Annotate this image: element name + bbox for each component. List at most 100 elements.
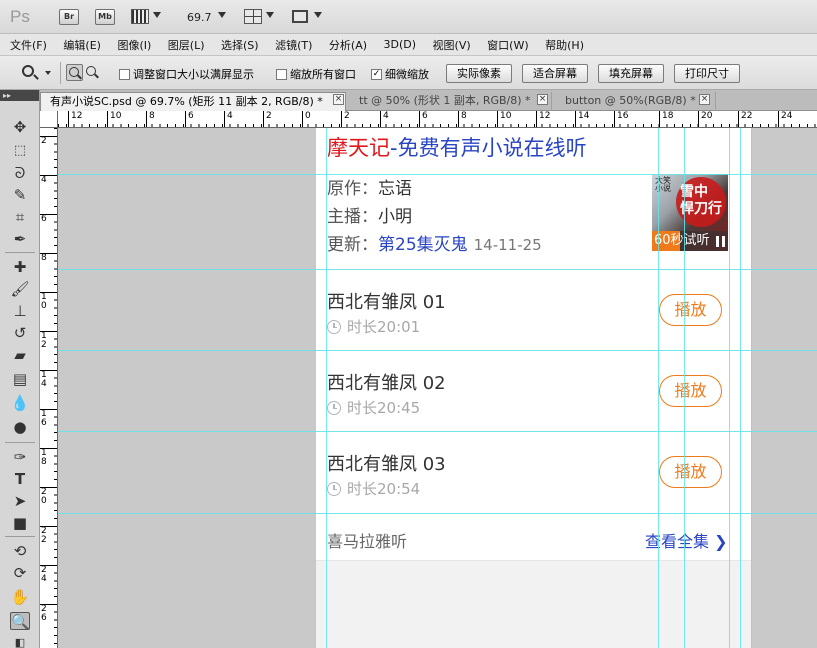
tab-document-3[interactable]: button @ 50%(RGB/8) * — [556, 92, 716, 111]
arrange-documents-icon[interactable] — [244, 9, 262, 24]
tools-collapse-icon[interactable]: ▸▸ — [0, 90, 39, 101]
menu-layer[interactable]: 图层(L) — [168, 37, 205, 53]
zoom-in-icon — [69, 67, 79, 77]
resize-windows-checkbox[interactable]: 调整窗口大小以满屏显示 — [119, 66, 254, 82]
ruler-tick: 2 0 — [40, 487, 57, 506]
guide-line[interactable] — [658, 128, 659, 648]
rectangle-tool-icon[interactable]: ■ — [10, 514, 30, 532]
menu-analysis[interactable]: 分析(A) — [329, 37, 367, 53]
blur-tool-icon[interactable]: 💧 — [10, 394, 30, 412]
tab-close-icon[interactable]: × — [537, 94, 548, 105]
fill-screen-button[interactable]: 填充屏幕 — [598, 64, 664, 83]
scrubby-zoom-checkbox[interactable]: ✓ 细微缩放 — [371, 66, 429, 82]
document-canvas[interactable]: 摩天记-免费有声小说在线听 原作：忘语 主播：小明 更新：第25集灭鬼 14-11… — [58, 128, 817, 648]
zoom-caret-icon[interactable] — [218, 12, 226, 18]
menu-3d[interactable]: 3D(D) — [384, 38, 417, 51]
healing-brush-tool-icon[interactable]: ✚ — [10, 258, 30, 276]
ruler-tick: 4 — [40, 175, 57, 185]
eraser-tool-icon[interactable]: ▰ — [10, 346, 30, 364]
dodge-tool-icon[interactable]: ● — [10, 418, 30, 436]
type-tool-icon[interactable]: T — [10, 470, 30, 488]
3d-rotate-tool-icon[interactable]: ⟲ — [10, 542, 30, 560]
trial-label[interactable]: 60秒试听 — [654, 233, 710, 249]
bridge-button[interactable]: Br — [59, 9, 79, 25]
history-brush-tool-icon[interactable]: ↺ — [10, 324, 30, 342]
guide-line[interactable] — [58, 350, 817, 351]
ruler-tick: 0 — [302, 111, 311, 127]
view-extras-caret-icon[interactable] — [153, 12, 161, 18]
tab-close-icon[interactable]: × — [333, 94, 344, 105]
episode-title[interactable]: 西北有雏凤 02 — [327, 369, 446, 395]
ruler-tick: 2 2 — [40, 526, 57, 545]
checkbox-box[interactable] — [119, 68, 130, 80]
guide-line[interactable] — [58, 513, 817, 514]
zoom-out-button[interactable] — [84, 64, 101, 81]
zoom-in-button[interactable] — [66, 64, 83, 81]
menu-window[interactable]: 窗口(W) — [487, 37, 528, 53]
zoom-all-windows-checkbox[interactable]: 缩放所有窗口 — [276, 66, 356, 82]
preset-caret-icon[interactable] — [45, 71, 51, 75]
menu-view[interactable]: 视图(V) — [433, 37, 471, 53]
ruler-tick: 2 — [40, 136, 57, 146]
guide-line[interactable] — [58, 431, 817, 432]
checkbox-box[interactable] — [276, 68, 287, 80]
screen-mode-caret-icon[interactable] — [314, 12, 322, 18]
guide-line[interactable] — [729, 128, 730, 648]
hand-tool-icon[interactable]: ✋ — [10, 588, 30, 606]
color-swatches-icon[interactable]: ◧ — [10, 634, 30, 648]
vertical-ruler[interactable]: 2 4 6 8 1 0 1 2 1 4 1 6 1 8 2 0 2 2 2 4 … — [40, 128, 58, 648]
play-button[interactable]: 播放 — [659, 375, 722, 407]
episode-title[interactable]: 西北有雏凤 03 — [327, 450, 446, 476]
view-extras-icon[interactable] — [131, 9, 149, 24]
menu-filter[interactable]: 滤镜(T) — [275, 37, 312, 53]
guide-line[interactable] — [740, 128, 741, 648]
menu-select[interactable]: 选择(S) — [221, 37, 259, 53]
guide-line[interactable] — [326, 128, 327, 648]
tab-document-1[interactable]: 有声小说SC.psd @ 69.7% (矩形 11 副本 2, RGB/8) * — [40, 92, 346, 111]
tool-preset-picker[interactable] — [18, 64, 54, 82]
lasso-tool-icon[interactable]: ᘐ — [10, 164, 30, 182]
crop-tool-icon[interactable]: ⌗ — [10, 208, 30, 226]
checkbox-label: 细微缩放 — [385, 68, 429, 81]
mini-bridge-button[interactable]: Mb — [95, 9, 115, 25]
move-tool-icon[interactable]: ✥ — [10, 118, 30, 136]
author-value: 忘语 — [378, 179, 412, 199]
clone-stamp-tool-icon[interactable]: ⊥ — [10, 302, 30, 320]
ruler-tick: 6 — [419, 111, 428, 127]
episode-title[interactable]: 西北有雏凤 01 — [327, 288, 446, 314]
horizontal-ruler[interactable]: 12 10 8 6 4 2 0 2 4 6 8 10 12 14 16 18 2… — [58, 111, 817, 128]
book-title: 摩天记 — [327, 136, 390, 160]
quick-selection-tool-icon[interactable]: ✎ — [10, 186, 30, 204]
play-button[interactable]: 播放 — [659, 294, 722, 326]
zoom-level[interactable]: 69.7 — [187, 11, 212, 24]
checkbox-checked-box[interactable]: ✓ — [371, 68, 382, 80]
menu-file[interactable]: 文件(F) — [10, 37, 47, 53]
menu-help[interactable]: 帮助(H) — [545, 37, 584, 53]
menu-image[interactable]: 图像(I) — [117, 37, 151, 53]
screen-mode-icon[interactable] — [292, 10, 308, 23]
pause-icon[interactable] — [716, 236, 725, 247]
tab-document-2[interactable]: tt @ 50% (形状 1 副本, RGB/8) * — [350, 92, 552, 111]
ruler-origin[interactable] — [40, 111, 58, 128]
play-button[interactable]: 播放 — [659, 456, 722, 488]
3d-orbit-tool-icon[interactable]: ⟳ — [10, 564, 30, 582]
arrange-caret-icon[interactable] — [266, 12, 274, 18]
path-selection-tool-icon[interactable]: ➤ — [10, 492, 30, 510]
book-cover[interactable]: 大笑 小说 雪中 悍刀行 60秒试听 — [652, 174, 728, 251]
guide-line[interactable] — [58, 269, 817, 270]
marquee-tool-icon[interactable]: ⬚ — [10, 142, 30, 160]
tab-close-icon[interactable]: × — [699, 94, 710, 105]
brush-tool-icon[interactable]: 🖌 — [10, 280, 30, 298]
guide-line[interactable] — [58, 174, 817, 175]
print-size-button[interactable]: 打印尺寸 — [674, 64, 740, 83]
actual-pixels-button[interactable]: 实际像素 — [446, 64, 512, 83]
eyedropper-tool-icon[interactable]: ✒ — [10, 230, 30, 248]
guide-line[interactable] — [751, 128, 752, 648]
gradient-tool-icon[interactable]: ▤ — [10, 370, 30, 388]
guide-line[interactable] — [684, 128, 685, 648]
guide-line[interactable] — [315, 128, 316, 648]
fit-screen-button[interactable]: 适合屏幕 — [522, 64, 588, 83]
zoom-tool-active-icon[interactable]: 🔍 — [10, 612, 30, 631]
pen-tool-icon[interactable]: ✑ — [10, 448, 30, 466]
menu-edit[interactable]: 编辑(E) — [63, 37, 101, 53]
